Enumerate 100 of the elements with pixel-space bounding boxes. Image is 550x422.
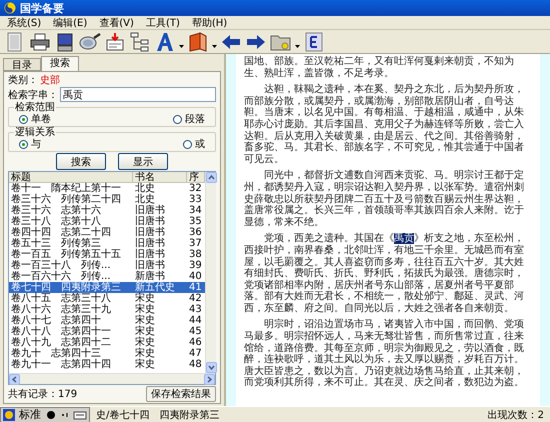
book-cell[interactable]: 北史 — [133, 183, 187, 194]
card-import-icon[interactable] — [104, 30, 126, 52]
book-cell[interactable]: 宋史 — [133, 326, 187, 337]
text-paragraph: 明宗时，诏沿边置场市马，诸夷皆入市中国，而回鹘、党项马最多。明宗招怀远人，马来无驽壮皆售，而所售常过直，往来馆给，道路倍费。其每至京师，明宗为御殿见之，劳以酒食，既醉，连袂歌呼，道其土风以为乐，去又厚以赐赉，岁耗百万计。唐大臣皆患之，数以为言。乃诏吏就边场售马给直，止其来朝，而党项利其所得，来不可止。其在灵、庆之间者，数犯边为盗。 — [244, 319, 525, 390]
menu-item[interactable]: 查看(V) — [94, 16, 139, 30]
search-field[interactable]: 禹贡 — [60, 87, 216, 102]
tree-icon[interactable] — [129, 30, 151, 52]
letter-e-icon[interactable] — [303, 30, 325, 52]
book-cell[interactable]: 宋史 — [133, 359, 187, 370]
keyboard-icon[interactable] — [73, 408, 87, 420]
title-cell[interactable]: 卷八十六 志第三十九 — [9, 304, 133, 315]
text-paragraph: 国地、部族。至汉乾祐二年，又有吐浑何戛剌来朝贡，不知为生、熟吐浑，盖皆微，不足考录。 — [244, 56, 515, 80]
index-cell[interactable]: 36 — [187, 227, 205, 238]
action-button[interactable]: 搜索 — [56, 153, 106, 170]
index-cell[interactable]: 38 — [187, 249, 205, 260]
group-title: 逻辑关系 — [14, 127, 56, 138]
index-cell[interactable]: 33 — [187, 194, 205, 205]
column-header[interactable]: 书名 — [133, 172, 187, 183]
index-cell[interactable]: 39 — [187, 260, 205, 271]
column-header[interactable]: 序 — [187, 172, 205, 183]
index-cell[interactable]: 35 — [187, 216, 205, 227]
magnifier-icon[interactable] — [79, 30, 101, 52]
action-button[interactable]: 显示 — [118, 153, 168, 170]
save-results-button[interactable]: 保存检索结果 — [146, 386, 216, 402]
title-cell[interactable]: 卷三十六 志第十六 — [9, 205, 133, 216]
book-cell[interactable]: 北史 — [133, 194, 187, 205]
book-cell[interactable]: 旧唐书 — [133, 216, 187, 227]
book-cell[interactable]: 旧唐书 — [133, 238, 187, 249]
radio-button[interactable] — [19, 140, 28, 148]
book-cell[interactable]: 宋史 — [133, 315, 187, 326]
title-cell[interactable]: 卷八十五 志第三十八 — [9, 293, 133, 304]
title-cell[interactable]: 卷三十六 列传第二十四 — [9, 194, 133, 205]
ime-mode[interactable]: 标准 — [17, 407, 43, 422]
dropdown-arrow-icon[interactable] — [212, 45, 217, 48]
column-header[interactable]: 标题 — [9, 172, 133, 183]
hit-count: 出现次数：2 — [486, 408, 545, 422]
index-cell[interactable]: 37 — [187, 238, 205, 249]
radio-button[interactable] — [19, 114, 28, 124]
index-cell[interactable]: 41 — [187, 282, 205, 293]
radio-label: 与 — [31, 138, 41, 151]
record-count: 共有记录：179 — [8, 388, 78, 401]
book-cell[interactable]: 宋史 — [133, 348, 187, 359]
category-value: 史部 — [40, 74, 60, 87]
menu-item[interactable]: 系统(S) — [2, 16, 46, 30]
title-cell[interactable]: 卷七十四 四夷附录第三 — [9, 282, 133, 293]
index-cell[interactable]: 46 — [187, 337, 205, 348]
title-cell[interactable]: 卷一百三十八 列传... — [9, 260, 133, 271]
index-cell[interactable]: 45 — [187, 326, 205, 337]
index-cell[interactable]: 40 — [187, 271, 205, 282]
index-cell[interactable]: 34 — [187, 205, 205, 216]
title-cell[interactable]: 卷九十 志第四十三 — [9, 348, 133, 359]
index-cell[interactable]: 48 — [187, 359, 205, 370]
dropdown-arrow-icon[interactable] — [179, 45, 184, 48]
book-cell[interactable]: 旧唐书 — [133, 249, 187, 260]
letter-a-icon[interactable] — [154, 30, 176, 52]
title-cell[interactable]: 卷八十八 志第四十一 — [9, 326, 133, 337]
radio-label: 单卷 — [31, 112, 51, 126]
title-cell[interactable]: 卷八十七 志第四十 — [9, 315, 133, 326]
index-cell[interactable]: 42 — [187, 293, 205, 304]
title-cell[interactable]: 卷一百五 列传第五十五 — [9, 249, 133, 260]
book-cell[interactable]: 宋史 — [133, 293, 187, 304]
title-cell[interactable]: 卷十一 隋本纪上第十一 — [9, 183, 133, 194]
radio-button[interactable] — [183, 140, 192, 148]
book-cell[interactable]: 新五代史 — [133, 282, 187, 293]
book-cell[interactable]: 新唐书 — [133, 271, 187, 282]
book-cell[interactable]: 旧唐书 — [133, 205, 187, 216]
horizontal-scrollbar[interactable] — [9, 373, 215, 384]
book-cell[interactable]: 旧唐书 — [133, 227, 187, 238]
dropdown-arrow-icon[interactable] — [295, 45, 300, 48]
index-cell[interactable]: 47 — [187, 348, 205, 359]
text-paragraph: 达靼，靺鞨之遗种，本在奚、契丹之东北，后为契丹所攻，而部族分散，或属契丹，或属渤海，别部散居阴山者，自号达靼。当唐末，以名见中国。有每相温、于越相温，咸通中，从朱耶赤心讨庞勋。其后李国昌、克用父子为赫连铎等所败，尝亡入达靼。后从克用入关破黄巢，由是居云、代之间。其俗善骑射，畜多驼、马。其君长、部族名字，不可究见，惟其尝通于中国者可见云。 — [244, 84, 525, 166]
index-cell[interactable]: 43 — [187, 304, 205, 315]
title-cell[interactable]: 卷八十九 志第四十二 — [9, 337, 133, 348]
ime-logo-icon[interactable] — [3, 408, 15, 420]
query-label: 检索字串： — [8, 88, 58, 102]
book-cell[interactable]: 宋史 — [133, 304, 187, 315]
title-cell[interactable]: 卷四十四 志第二十四 — [9, 227, 133, 238]
index-cell[interactable]: 32 — [187, 183, 205, 194]
title-cell[interactable]: 卷一百六十六 列传... — [9, 271, 133, 282]
book-cell[interactable]: 旧唐书 — [133, 260, 187, 271]
book-cell[interactable]: 宋史 — [133, 337, 187, 348]
tab[interactable]: 目录 — [3, 58, 41, 71]
menu-item[interactable]: 帮助(H) — [186, 16, 232, 30]
window-title: 国学备要 — [20, 0, 64, 16]
book-icon[interactable] — [187, 30, 209, 52]
menu-item[interactable]: 编辑(E) — [48, 16, 92, 30]
text-paragraph: 同光中，都督折文逋数自河西来贡驼、马。明宗讨王都于定州，都诱契丹入寇，明宗诏达靼入契丹界，以张军势。遣宿州刺史薛敬忠以所获契丹团牌二百五十及弓箭数百赐云州生界达靼，盖唐常役属之。长兴三年，首领颉哥率其族四百余人来附。讫于显德，常来不绝。 — [244, 170, 525, 228]
title-cell[interactable]: 卷九十一 志第四十四 — [9, 359, 133, 370]
vertical-scrollbar[interactable] — [204, 172, 216, 373]
app-icon — [4, 2, 16, 14]
tab[interactable]: 搜索 — [41, 56, 79, 71]
index-cell[interactable]: 44 — [187, 315, 205, 326]
full-stop-icon[interactable] — [45, 408, 57, 420]
printer-icon[interactable] — [29, 30, 51, 52]
radio-label: 或 — [195, 138, 205, 151]
radio-button[interactable] — [173, 114, 182, 124]
menu-item[interactable]: 工具(T) — [140, 16, 185, 30]
group-title: 检索范围 — [14, 102, 56, 113]
title-cell[interactable]: 卷五十三 列传第三 — [9, 238, 133, 249]
title-cell[interactable]: 卷三十八 志第十八 — [9, 216, 133, 227]
